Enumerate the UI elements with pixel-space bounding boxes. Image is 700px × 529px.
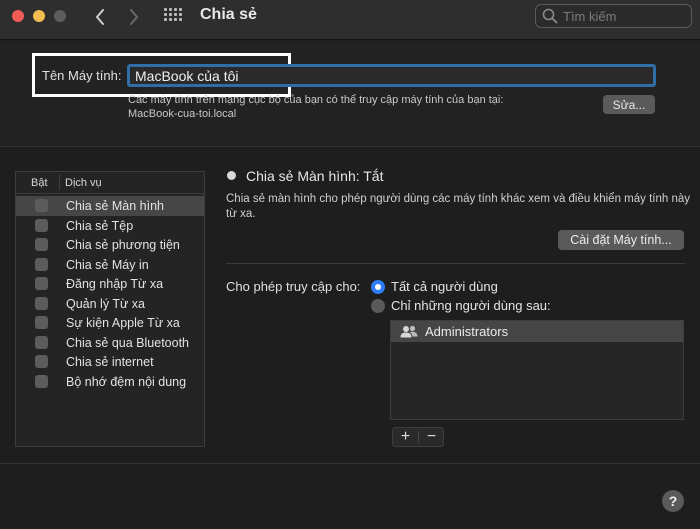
list-item[interactable]: Administrators: [391, 321, 683, 342]
zoom-window-button[interactable]: [54, 10, 66, 22]
services-list: Bật Dịch vụ Chia sẻ Màn hình Chia sẻ Tệp C…: [15, 171, 205, 447]
service-row[interactable]: Chia sẻ phương tiện: [16, 235, 204, 255]
radio-only-users[interactable]: [371, 299, 385, 313]
service-label: Sự kiện Apple Từ xa: [66, 316, 180, 330]
back-button[interactable]: [88, 5, 112, 29]
service-row[interactable]: Chia sẻ internet: [16, 352, 204, 372]
service-label: Chia sẻ Tệp: [66, 218, 134, 233]
services-list-header: Bật Dịch vụ: [16, 172, 204, 194]
show-all-grid-icon[interactable]: [164, 7, 186, 25]
service-row[interactable]: Quản lý Từ xa: [16, 294, 204, 314]
service-label: Chia sẻ Máy in: [66, 257, 149, 272]
search-placeholder: Tìm kiếm: [563, 8, 617, 24]
allowed-users-list: Administrators: [390, 320, 684, 420]
service-row[interactable]: Chia sẻ Tệp: [16, 216, 204, 236]
service-checkbox[interactable]: [35, 335, 48, 349]
service-label: Chia sẻ qua Bluetooth: [66, 335, 190, 350]
add-user-button[interactable]: +: [393, 428, 418, 446]
address-info-text: Các máy tính trên mạng cục bộ của bạn có…: [128, 94, 504, 106]
detail-divider: [226, 263, 685, 264]
service-status: Chia sẻ Màn hình: Tắt: [246, 168, 384, 184]
service-label: Bộ nhớ đệm nội dung: [66, 374, 187, 389]
service-label: Quản lý Từ xa: [66, 296, 146, 311]
service-label: Chia sẻ internet: [66, 355, 154, 369]
service-label: Chia sẻ phương tiện: [66, 238, 180, 252]
minimize-window-button[interactable]: [33, 10, 45, 22]
user-group-name: Administrators: [425, 324, 509, 339]
service-row[interactable]: Chia sẻ qua Bluetooth: [16, 333, 204, 353]
group-icon: [400, 325, 418, 341]
remove-user-button[interactable]: −: [419, 428, 444, 446]
service-checkbox[interactable]: [35, 355, 48, 368]
help-button[interactable]: ?: [662, 490, 684, 512]
status-indicator-icon: [227, 171, 236, 180]
service-row[interactable]: Đăng nhập Từ xa: [16, 274, 204, 294]
close-window-button[interactable]: [12, 10, 24, 22]
service-description: Chia sẻ màn hình cho phép người dùng các…: [226, 193, 691, 220]
service-checkbox[interactable]: [35, 296, 48, 310]
radio-all-users[interactable]: [371, 280, 385, 294]
service-checkbox[interactable]: [35, 238, 48, 251]
service-row[interactable]: Chia sẻ Màn hình: [16, 196, 204, 216]
service-label: Chia sẻ Màn hình: [66, 199, 164, 213]
computer-name-section: Tên Máy tính: Các máy tính trên mạng cục…: [0, 41, 700, 146]
forward-button[interactable]: [122, 5, 146, 29]
local-hostname: MacBook-cua-toi.local: [128, 108, 237, 120]
search-icon: [542, 8, 558, 24]
service-row[interactable]: Sự kiện Apple Từ xa: [16, 313, 204, 333]
computer-name-input[interactable]: [127, 64, 656, 87]
service-row[interactable]: Chia sẻ Máy in: [16, 255, 204, 275]
chevron-right-icon: [130, 9, 138, 25]
service-checkbox[interactable]: [35, 199, 48, 212]
service-checkbox[interactable]: [35, 374, 48, 388]
service-row[interactable]: Bộ nhớ đệm nội dung: [16, 372, 204, 392]
radio-all-users-label[interactable]: Tất cả người dùng: [391, 279, 498, 294]
computer-address-info: Các máy tính trên mạng cục bộ của bạn có…: [128, 93, 503, 121]
access-label: Cho phép truy cập cho:: [226, 279, 361, 294]
service-checkbox[interactable]: [35, 277, 48, 290]
search-field[interactable]: Tìm kiếm: [535, 4, 692, 28]
column-header-service: Dịch vụ: [65, 177, 102, 189]
bottom-divider: [0, 463, 700, 464]
radio-only-users-label[interactable]: Chỉ những người dùng sau:: [391, 298, 551, 313]
title-bar: Chia sẻ Tìm kiếm: [0, 0, 700, 40]
service-checkbox[interactable]: [35, 316, 48, 329]
computer-settings-button[interactable]: Cài đặt Máy tính...: [558, 230, 684, 250]
service-label: Đăng nhập Từ xa: [66, 277, 164, 291]
service-checkbox[interactable]: [35, 218, 48, 232]
section-divider: [0, 146, 700, 147]
add-remove-controls: + −: [392, 427, 444, 447]
computer-name-label: Tên Máy tính:: [42, 68, 122, 83]
chevron-left-icon: [96, 9, 104, 25]
edit-hostname-button[interactable]: Sửa...: [603, 95, 655, 114]
column-header-on: Bật: [31, 177, 48, 189]
service-checkbox[interactable]: [35, 257, 48, 271]
window-title: Chia sẻ: [200, 6, 257, 23]
